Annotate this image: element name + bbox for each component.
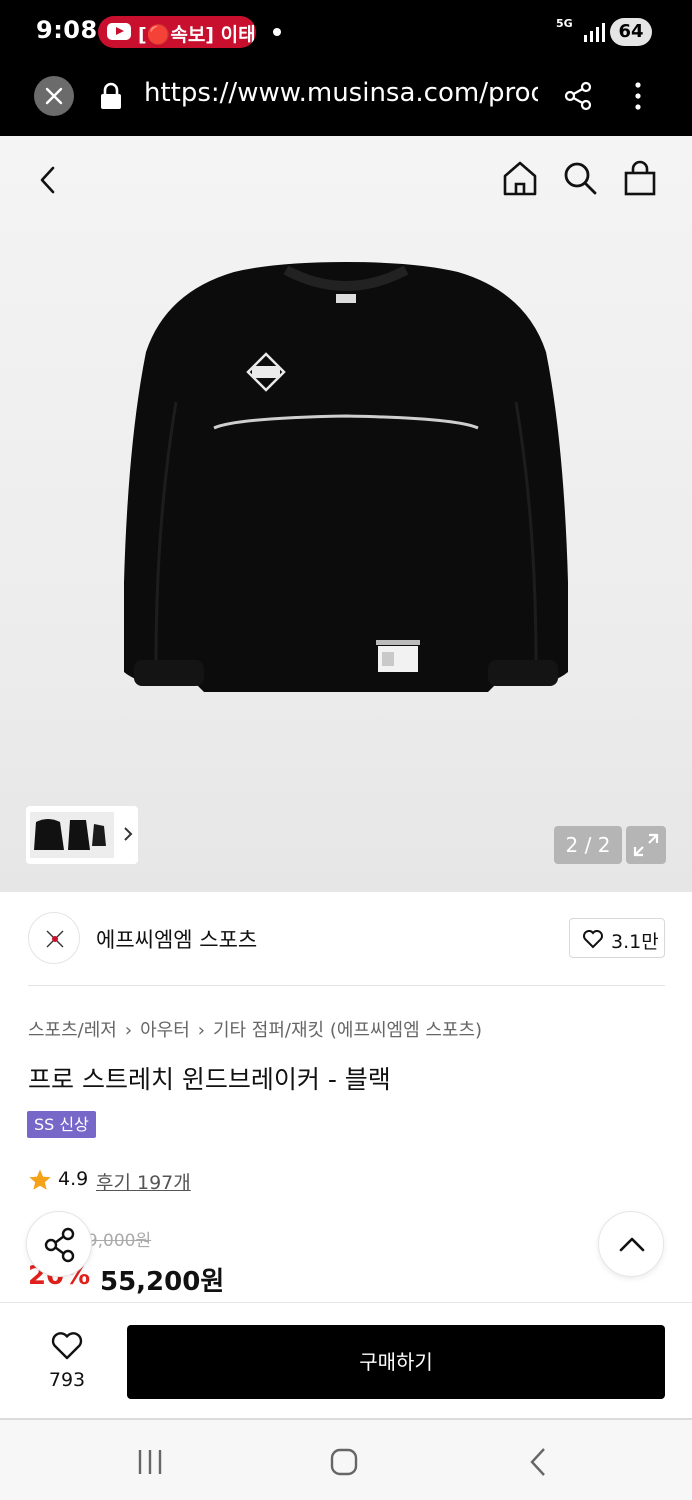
expand-icon [633, 833, 659, 857]
thumbnail-strip[interactable] [26, 806, 138, 864]
notification-dot-icon [273, 28, 281, 36]
heart-icon [583, 930, 603, 949]
star-icon [29, 1169, 51, 1190]
close-tab-button[interactable] [34, 76, 74, 116]
notification-text: [🔴속보] 이태 [138, 24, 256, 46]
wishlist-button[interactable]: 793 [34, 1327, 100, 1397]
sale-price: 55,200원 [100, 1267, 225, 1297]
signal-icon [584, 23, 605, 42]
divider [28, 985, 665, 986]
status-time: 9:08 [36, 16, 98, 44]
brand-name[interactable]: 에프씨엠엠 스포츠 [96, 924, 257, 954]
purchase-bar: 793 구매하기 [0, 1302, 692, 1418]
chevron-up-icon [619, 1237, 645, 1252]
battery-indicator: 64 [610, 18, 652, 46]
home-button-icon[interactable] [330, 1448, 358, 1476]
scroll-to-top-button[interactable] [598, 1211, 664, 1277]
youtube-notification[interactable]: [🔴속보] 이태 [98, 16, 256, 48]
expand-button[interactable] [626, 826, 666, 864]
breadcrumb-item[interactable]: 기타 점퍼/재킷 (에프씨엠엠 스포츠) [213, 1016, 482, 1042]
heart-icon [51, 1332, 83, 1360]
brand-logo[interactable] [28, 912, 80, 964]
status-bar: 9:08 [🔴속보] 이태 5G 64 [0, 0, 692, 64]
brand-like-count: 3.1만 [611, 931, 659, 953]
url-field[interactable]: https://www.musinsa.com/products [144, 78, 538, 108]
brand-row[interactable]: 에프씨엠엠 스포츠 3.1만 [0, 892, 692, 988]
youtube-icon [107, 23, 131, 40]
system-navigation-bar [0, 1418, 692, 1500]
floating-share-button[interactable] [26, 1211, 92, 1277]
product-title: 프로 스트레치 윈드브레이커 - 블랙 [28, 1065, 391, 1094]
home-icon[interactable] [500, 158, 540, 198]
rating-value: 4.9 [58, 1168, 89, 1190]
thumbnail-image[interactable] [30, 812, 114, 858]
more-menu-icon[interactable] [624, 80, 652, 112]
search-icon[interactable] [560, 158, 600, 198]
system-back-icon[interactable] [526, 1446, 550, 1478]
share-icon [44, 1227, 75, 1263]
share-icon[interactable] [562, 80, 594, 112]
brand-logo-mark-icon [46, 930, 64, 948]
image-counter: 2 / 2 [554, 826, 622, 864]
product-gallery[interactable]: 2 / 2 [0, 136, 692, 892]
brand-like-button[interactable]: 3.1만 [569, 918, 665, 958]
browser-url-bar: https://www.musinsa.com/products [0, 64, 692, 136]
new-season-badge: SS 신상 [27, 1111, 96, 1138]
lock-icon[interactable] [98, 81, 124, 111]
recent-apps-icon[interactable] [136, 1448, 164, 1476]
chevron-right-icon: › [124, 1020, 133, 1041]
shopping-bag-icon[interactable] [620, 158, 660, 198]
wishlist-count: 793 [48, 1369, 86, 1391]
breadcrumb: 스포츠/레저 › 아우터 › 기타 점퍼/재킷 (에프씨엠엠 스포츠) [28, 1016, 482, 1042]
chevron-right-icon[interactable] [118, 824, 138, 844]
back-arrow-icon[interactable] [28, 160, 68, 200]
breadcrumb-item[interactable]: 아우터 [140, 1016, 190, 1042]
breadcrumb-item[interactable]: 스포츠/레저 [28, 1016, 117, 1042]
chevron-right-icon: › [197, 1020, 205, 1041]
product-image[interactable] [116, 262, 576, 702]
network-type: 5G [556, 17, 573, 30]
review-count-link[interactable]: 후기 197개 [96, 1168, 191, 1195]
buy-button[interactable]: 구매하기 [127, 1325, 665, 1399]
close-icon [45, 87, 63, 105]
